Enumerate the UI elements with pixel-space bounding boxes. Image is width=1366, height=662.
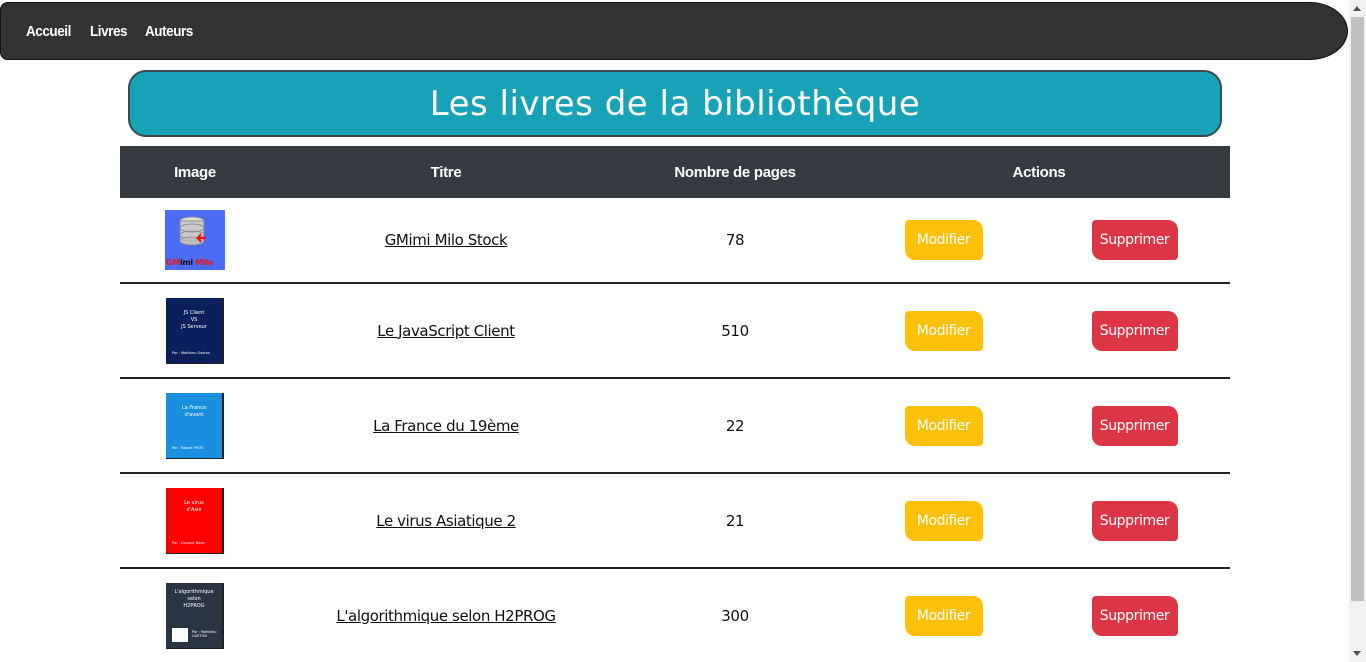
book-title-link[interactable]: Le JavaScript Client: [377, 322, 515, 340]
nav-link-accueil[interactable]: Accueil: [26, 23, 71, 40]
pages-cell: 510: [721, 321, 749, 340]
title-cell: Le virus Asiatique 2: [270, 512, 622, 530]
header-image: Image: [174, 163, 216, 181]
pages-cell: 300: [721, 606, 749, 625]
book-cover-image: GMimi Milo: [165, 210, 225, 270]
modify-button[interactable]: Modifier: [904, 310, 983, 351]
cover-author: Par : Robert PROS: [172, 445, 204, 450]
actions-cell: Modifier Supprimer: [848, 220, 1230, 260]
header-pages: Nombre de pages: [674, 163, 796, 181]
book-cover-image: Le virus d'Asie Par : Corinne Biron: [166, 487, 224, 554]
h2prog-logo: [172, 627, 188, 642]
scroll-down-arrow-icon[interactable]: [1353, 651, 1361, 656]
cover-text: L'algorithmique selon H2PROG: [174, 588, 214, 609]
cover-cell: GMimi Milo: [120, 210, 270, 270]
actions-cell: Modifier Supprimer: [848, 500, 1230, 541]
navbar: Accueil Livres Auteurs: [0, 2, 1348, 60]
delete-button[interactable]: Supprimer: [1091, 405, 1178, 446]
title-banner: Les livres de la bibliothèque: [128, 70, 1222, 137]
cover-label: GMimi Milo: [166, 258, 214, 267]
database-icon: [179, 216, 206, 246]
header-title: Titre: [430, 163, 462, 181]
actions-cell: Modifier Supprimer: [848, 595, 1230, 636]
cover-cell: L'algorithmique selon H2PROG Par : Matth…: [120, 582, 270, 649]
delete-button[interactable]: Supprimer: [1091, 220, 1178, 260]
pages-cell: 21: [725, 511, 745, 530]
title-cell: L'algorithmique selon H2PROG: [270, 607, 622, 625]
title-cell: Le JavaScript Client: [270, 322, 622, 340]
book-cover-image: La France d'avant Par : Robert PROS: [166, 392, 224, 459]
scroll-up-arrow-icon[interactable]: [1353, 6, 1361, 11]
modify-button[interactable]: Modifier: [904, 595, 983, 636]
cover-text: La France d'avant: [181, 404, 207, 418]
cover-text: Le virus d'Asie: [184, 499, 204, 513]
delete-button[interactable]: Supprimer: [1091, 595, 1178, 636]
nav-link-livres[interactable]: Livres: [90, 23, 128, 40]
table-row: JS Client VS JS Serveur Par : Matthieu G…: [120, 284, 1230, 379]
books-table: Image Titre Nombre de pages Actions GMim…: [120, 146, 1230, 662]
cover-author: Par : Corinne Biron: [172, 540, 205, 545]
table-row: La France d'avant Par : Robert PROS La F…: [120, 379, 1230, 474]
cover-cell: JS Client VS JS Serveur Par : Matthieu G…: [120, 297, 270, 364]
scroll-thumb[interactable]: [1351, 17, 1364, 601]
book-title-link[interactable]: Le virus Asiatique 2: [376, 512, 516, 530]
book-title-link[interactable]: L'algorithmique selon H2PROG: [336, 607, 556, 625]
title-cell: GMimi Milo Stock: [270, 231, 622, 249]
nav-link-auteurs[interactable]: Auteurs: [145, 23, 193, 40]
table-row: L'algorithmique selon H2PROG Par : Matth…: [120, 569, 1230, 662]
cover-cell: La France d'avant Par : Robert PROS: [120, 392, 270, 459]
actions-cell: Modifier Supprimer: [848, 310, 1230, 351]
book-title-link[interactable]: La France du 19ème: [373, 417, 519, 435]
header-actions: Actions: [1012, 163, 1066, 181]
delete-button[interactable]: Supprimer: [1091, 310, 1178, 351]
table-row: GMimi Milo GMimi Milo Stock 78 Modifier …: [120, 198, 1230, 284]
cover-cell: Le virus d'Asie Par : Corinne Biron: [120, 487, 270, 554]
book-title-link[interactable]: GMimi Milo Stock: [385, 231, 508, 249]
actions-cell: Modifier Supprimer: [848, 405, 1230, 446]
pages-cell: 22: [725, 416, 745, 435]
vertical-scrollbar[interactable]: [1349, 0, 1366, 662]
delete-button[interactable]: Supprimer: [1091, 500, 1178, 541]
cover-author: Par : Matthieu Gaston: [172, 350, 210, 355]
book-cover-image: JS Client VS JS Serveur Par : Matthieu G…: [166, 297, 224, 364]
cover-text: JS Client VS JS Serveur: [181, 309, 207, 330]
modify-button[interactable]: Modifier: [904, 220, 983, 260]
book-cover-image: L'algorithmique selon H2PROG Par : Matth…: [166, 582, 224, 649]
table-row: Le virus d'Asie Par : Corinne Biron Le v…: [120, 474, 1230, 569]
title-cell: La France du 19ème: [270, 417, 622, 435]
page-title: Les livres de la bibliothèque: [429, 83, 921, 124]
nav-links: Accueil Livres Auteurs: [26, 23, 212, 40]
pages-cell: 78: [725, 231, 745, 249]
modify-button[interactable]: Modifier: [904, 405, 983, 446]
cover-author: Par : Matthieu GASTON: [192, 629, 217, 638]
modify-button[interactable]: Modifier: [904, 500, 983, 541]
table-header: Image Titre Nombre de pages Actions: [120, 146, 1230, 198]
